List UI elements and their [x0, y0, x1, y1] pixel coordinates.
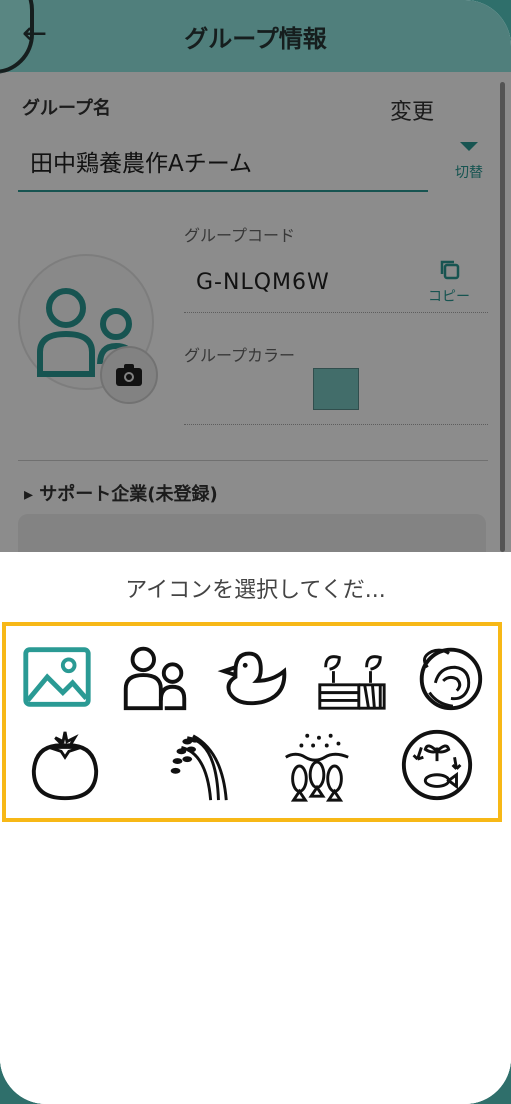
image-icon[interactable]: [16, 636, 98, 718]
cabbage-icon[interactable]: [408, 636, 490, 718]
icon-grid: [2, 622, 502, 822]
icon-picker-sheet: アイコンを選択してくだ...: [0, 552, 511, 1104]
app-header: ← グループ情報: [0, 0, 511, 74]
app-screen: グループ名 変更 田中鶏養農作Aチーム 切替 グループコード G-NLQM6W: [0, 0, 511, 1104]
aquaponics-icon[interactable]: [396, 724, 478, 806]
people-icon[interactable]: [114, 636, 196, 718]
fish-school-icon[interactable]: [276, 724, 358, 806]
tomato-icon[interactable]: [24, 724, 106, 806]
modal-backdrop[interactable]: [0, 72, 511, 552]
rice-icon[interactable]: [156, 724, 238, 806]
sprout-field-icon[interactable]: [310, 636, 392, 718]
chick-icon[interactable]: [212, 636, 294, 718]
header-backdrop: [0, 0, 511, 72]
icon-picker-title: アイコンを選択してくだ...: [125, 578, 386, 603]
